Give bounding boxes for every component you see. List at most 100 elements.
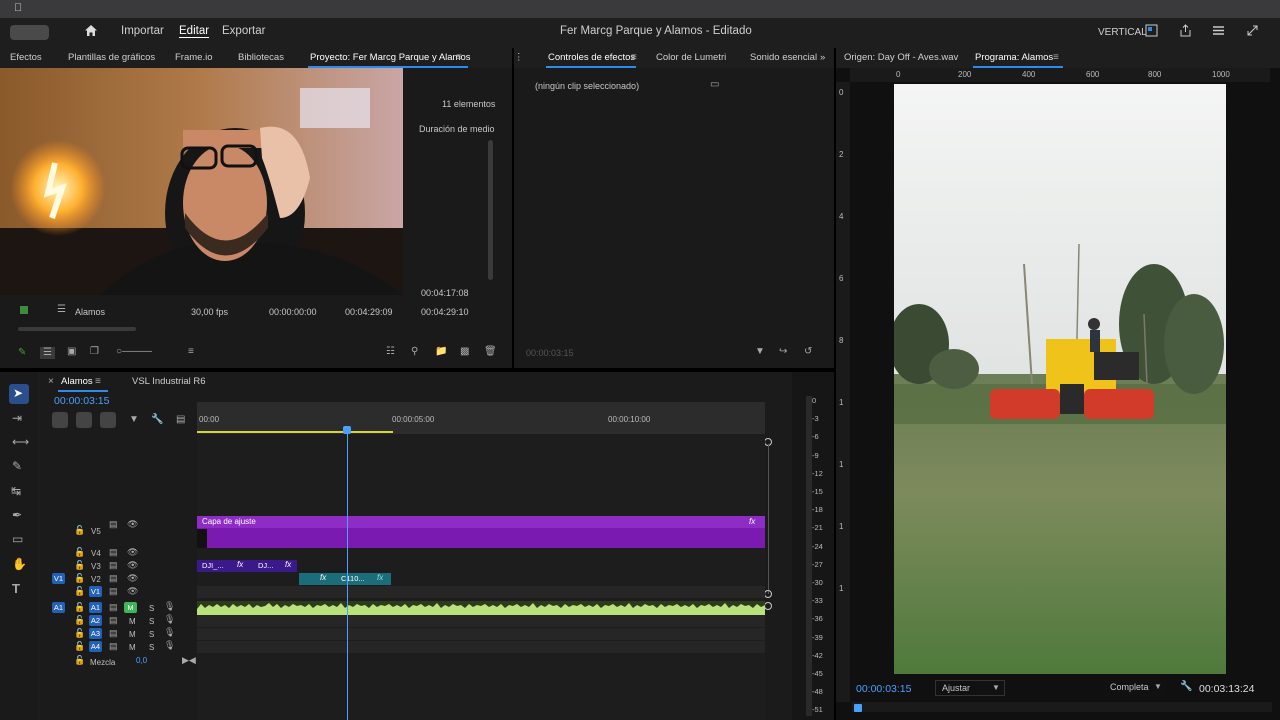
hand-tool-icon[interactable]: ✋ [12,558,27,570]
track-target-a4[interactable]: A4 [89,641,102,652]
sort-icon[interactable]: ≡ [188,347,194,357]
eye-icon[interactable]: 👁 [127,587,138,596]
sync-lock-icon[interactable]: ▤ [109,587,118,596]
program-video-frame[interactable] [894,84,1226,674]
creative-cloud-button[interactable] [10,25,49,40]
mute-button-a2[interactable]: M [129,617,136,626]
lock-icon[interactable]: 🔓 [74,526,85,535]
sync-lock-icon[interactable]: ▤ [109,629,118,638]
marker-icon[interactable]: ▼ [129,415,139,425]
tab-frameio[interactable]: Frame.io [175,52,212,63]
eye-icon[interactable]: 👁 [127,561,138,570]
source-patch-a1[interactable]: A1 [52,602,65,613]
timeline-timecode[interactable]: 00:00:03:15 [54,395,109,407]
fit-dropdown[interactable]: Ajustar ▼ [935,680,1005,696]
lock-icon[interactable]: 🔓 [74,629,85,638]
quality-dropdown[interactable]: Completa ▼ [1104,680,1166,696]
source-patch-v1[interactable]: V1 [52,573,65,584]
snap-button[interactable] [76,412,92,428]
eye-icon[interactable]: 👁 [127,548,138,557]
monitor-playhead[interactable] [854,704,862,712]
track-label-v3[interactable]: V3 [91,562,101,571]
razor-tool-icon[interactable]: ✎ [12,460,22,472]
sync-lock-icon[interactable]: ▤ [109,561,118,570]
track-label-v4[interactable]: V4 [91,549,101,558]
toggle-timeline-icon[interactable]: ▭ [710,80,719,90]
wrench-icon[interactable]: 🔧 [151,415,163,425]
workspace-icon[interactable] [1145,24,1158,40]
freeform-view-icon[interactable]: ❐ [90,347,99,357]
search-icon[interactable]: ⚲ [411,347,418,357]
track-target-a1[interactable]: A1 [89,602,102,613]
project-scrollbar[interactable] [488,140,493,280]
share-icon[interactable] [1179,24,1192,40]
lock-icon[interactable]: 🔓 [74,587,85,596]
microphone-icon[interactable]: 🎙 [164,615,175,624]
lock-icon[interactable]: 🔓 [74,642,85,651]
lock-icon[interactable]: 🔓 [74,561,85,570]
type-tool-icon[interactable]: T [12,582,20,595]
apple-icon[interactable]:  [14,2,22,14]
selection-tool-icon[interactable]: ➤ [13,387,23,399]
track-target-a2[interactable]: A2 [89,615,102,626]
toggle-icon[interactable]: ↺ [804,347,812,357]
audio-clip-a1[interactable] [197,601,765,615]
tab-libraries[interactable]: Bibliotecas [238,52,284,63]
rectangle-tool-icon[interactable]: ▭ [12,533,23,545]
overflow-icon[interactable]: ⋮ [514,52,524,63]
tab-project[interactable]: Proyecto: Fer Marcg Parque y Alamos [310,52,471,63]
tab-essential-sound[interactable]: Sonido esencial [750,52,817,63]
export-tab[interactable]: Exportar [222,25,265,37]
work-area-bar[interactable] [197,431,393,433]
solo-button-a3[interactable]: S [149,630,154,639]
lock-icon[interactable]: 🔓 [74,574,85,583]
adjustment-layer-clip[interactable]: Capa de ajuste fx [197,516,765,548]
tab-sequence-alamos[interactable]: Alamos [61,376,93,387]
effect-timecode[interactable]: 00:00:03:15 [526,348,574,358]
lock-icon[interactable]: 🔓 [74,548,85,557]
mute-button-a3[interactable]: M [129,630,136,639]
trash-icon[interactable]: 🗑 [484,347,497,357]
lock-icon[interactable]: 🔓 [74,656,85,665]
mix-volume-value[interactable]: 0,0 [136,656,147,665]
track-select-tool-icon[interactable]: ⇥ [12,412,22,424]
slip-tool-icon[interactable]: ↹ [11,485,21,497]
zoom-slider-icon[interactable]: ○――― [116,347,152,357]
a2-track[interactable] [197,615,765,627]
new-bin-icon[interactable]: 📁 [435,347,447,357]
pen-tool-icon[interactable]: ✒ [12,509,22,521]
panel-menu-icon[interactable]: ≡ [1053,53,1059,63]
pencil-icon[interactable]: ✎ [18,348,26,358]
fullscreen-icon[interactable] [1246,24,1259,40]
export-icon[interactable]: ↪ [779,347,787,357]
vertical-scroll-track[interactable] [768,444,769,594]
duration-column-header[interactable]: Duración de medio [419,124,495,134]
filter-icon[interactable]: ▼ [755,347,765,357]
label-color-swatch[interactable] [20,306,28,314]
v2-clip[interactable]: fx C110... fx [299,573,391,585]
workspace-label[interactable]: VERTICAL [1098,27,1147,38]
tab-program-monitor[interactable]: Programa: Alamos [975,52,1053,63]
sync-lock-icon[interactable]: ▤ [109,616,118,625]
tab-graphic-templates[interactable]: Plantillas de gráficos [68,52,155,63]
sync-lock-icon[interactable]: ▤ [109,574,118,583]
tab-sequence-vsl[interactable]: VSL Industrial R6 [132,376,206,387]
linked-selection-button[interactable] [100,412,116,428]
zoom-handle[interactable] [764,602,772,610]
track-area[interactable] [197,434,765,720]
horizontal-scrollbar[interactable] [18,327,136,331]
tab-source-monitor[interactable]: Origen: Day Off - Aves.wav [844,52,958,63]
program-timecode[interactable]: 00:00:03:15 [856,683,911,695]
eye-icon[interactable]: 👁 [127,520,138,529]
go-to-edit-icon[interactable]: ▶◀ [182,656,196,665]
track-label-v5[interactable]: V5 [91,527,101,536]
playhead-handle[interactable] [343,426,351,434]
playhead-line[interactable] [347,434,348,720]
lock-icon[interactable]: 🔓 [74,616,85,625]
sync-lock-icon[interactable]: ▤ [109,520,118,529]
panel-menu-icon[interactable]: ≡ [95,377,101,387]
a3-track[interactable] [197,628,765,640]
sync-lock-icon[interactable]: ▤ [109,603,118,612]
close-icon[interactable]: × [48,377,54,387]
automate-icon[interactable]: ☷ [386,347,395,357]
